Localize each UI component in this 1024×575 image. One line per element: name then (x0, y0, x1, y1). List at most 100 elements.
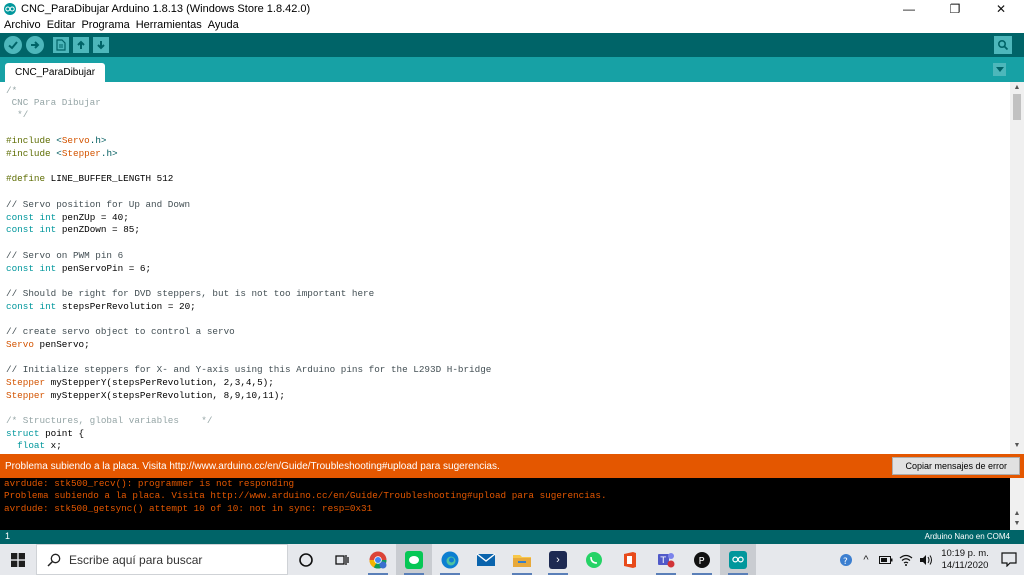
start-button[interactable] (0, 544, 36, 575)
task-view-icon (335, 554, 349, 565)
system-tray: ? ^ 10:19 p. m. 14/11/2020 (836, 544, 1024, 575)
code-line: struct point { (6, 428, 85, 439)
taskbar-office[interactable] (612, 544, 648, 575)
code-line: /* (6, 85, 18, 96)
scroll-thumb[interactable] (1013, 94, 1021, 120)
open-icon (77, 40, 85, 49)
line-number: 1 (5, 531, 11, 541)
new-icon (56, 39, 66, 51)
notification-button[interactable] (994, 544, 1024, 575)
upload-icon (31, 41, 40, 49)
window-title: CNC_ParaDibujar Arduino 1.8.13 (Windows … (21, 3, 311, 15)
taskbar-app[interactable]: P (684, 544, 720, 575)
menu-editar[interactable]: Editar (47, 19, 76, 31)
code-line: #define LINE_BUFFER_LENGTH 512 (6, 173, 174, 184)
notification-icon (1001, 552, 1017, 567)
copy-error-messages-button[interactable]: Copiar mensajes de error (892, 457, 1020, 475)
new-button[interactable] (53, 37, 69, 53)
code-line: const int penZDown = 85; (6, 224, 140, 235)
chevron-up-icon[interactable]: ^ (856, 544, 876, 575)
code-line: #include <Stepper.h> (6, 148, 118, 159)
cortana-button[interactable] (288, 544, 324, 575)
console-scrollbar[interactable]: ▲ ▼ (1010, 478, 1024, 530)
save-button[interactable] (93, 37, 109, 53)
save-icon (97, 41, 105, 50)
code-line: */ (6, 109, 29, 120)
edge-icon (441, 551, 459, 568)
code-line: // Should be right for DVD steppers, but… (6, 288, 375, 299)
wifi-icon[interactable] (896, 544, 916, 575)
tab-bar: CNC_ParaDibujar (0, 57, 1024, 82)
output-console[interactable]: avrdude: stk500_recv(): programmer is no… (0, 478, 1010, 530)
code-line: #include <Servo.h> (6, 135, 107, 146)
scroll-down-icon[interactable]: ▼ (1013, 442, 1021, 450)
cortana-icon (299, 552, 313, 567)
status-message: Problema subiendo a la placa. Visita htt… (5, 460, 500, 472)
open-button[interactable] (73, 37, 89, 53)
mail-icon (476, 552, 496, 566)
weather-icon[interactable]: ? (836, 544, 856, 575)
teams-icon: T (658, 552, 675, 567)
code-line: CNC Para Dibujar (6, 97, 101, 108)
code-line: const int penZUp = 40; (6, 212, 129, 223)
window-controls: — ❐ ✕ (886, 0, 1024, 18)
minimize-button[interactable]: — (886, 0, 932, 18)
taskbar-chrome[interactable] (360, 544, 396, 575)
menu-archivo[interactable]: Archivo (4, 19, 41, 31)
windows-taskbar: Escribe aquí para buscar › T P ? ^ 10:19… (0, 544, 1024, 575)
console-line: avrdude: stk500_getsync() attempt 10 of … (4, 503, 373, 514)
svg-text:T: T (660, 556, 667, 566)
menu-programa[interactable]: Programa (81, 19, 129, 31)
verify-button[interactable] (4, 36, 22, 54)
taskbar-edge[interactable] (432, 544, 468, 575)
taskbar-whatsapp[interactable] (576, 544, 612, 575)
tab-cnc-paradibujar[interactable]: CNC_ParaDibujar (5, 63, 106, 82)
office-icon (624, 551, 636, 568)
editor-scrollbar[interactable]: ▲ ▼ (1010, 82, 1024, 454)
task-view-button[interactable] (324, 544, 360, 575)
code-editor[interactable]: /* CNC Para Dibujar */ #include <Servo.h… (0, 82, 1010, 454)
chevron-down-icon (995, 67, 1004, 72)
console-line: avrdude: stk500_recv(): programmer is no… (4, 478, 295, 489)
code-line: /* Structures, global variables */ (6, 415, 213, 426)
menu-ayuda[interactable]: Ayuda (208, 19, 239, 31)
toolbar (0, 33, 1024, 57)
title-bar: CNC_ParaDibujar Arduino 1.8.13 (Windows … (0, 0, 1024, 18)
windows-logo-icon (11, 552, 25, 567)
menu-herramientas[interactable]: Herramientas (136, 19, 202, 31)
taskbar-mail[interactable] (468, 544, 504, 575)
tab-menu-button[interactable] (993, 63, 1006, 76)
taskbar-powershell[interactable]: › (540, 544, 576, 575)
board-port-info: Arduino Nano en COM4 (924, 532, 1010, 541)
arduino-logo-icon (4, 3, 16, 15)
chrome-icon (369, 551, 387, 569)
battery-icon[interactable] (876, 544, 896, 575)
maximize-button[interactable]: ❐ (932, 0, 978, 18)
taskbar-file-explorer[interactable] (504, 544, 540, 575)
code-line: Stepper myStepperX(stepsPerRevolution, 8… (6, 390, 285, 401)
error-status-bar: Problema subiendo a la placa. Visita htt… (0, 454, 1024, 478)
upload-button[interactable] (26, 36, 44, 54)
clock-time: 10:19 p. m. (941, 547, 989, 559)
code-line: // Initialize steppers for X- and Y-axis… (6, 364, 492, 375)
code-line: Servo penServo; (6, 339, 90, 350)
serial-monitor-button[interactable] (994, 36, 1012, 54)
volume-icon[interactable] (916, 544, 936, 575)
console-line: Problema subiendo a la placa. Visita htt… (4, 490, 607, 501)
svg-text:P: P (699, 556, 705, 567)
taskbar-search[interactable]: Escribe aquí para buscar (36, 544, 288, 575)
arduino-icon (729, 550, 747, 569)
scroll-up-icon[interactable]: ▲ (1013, 510, 1021, 518)
whatsapp-icon (586, 551, 602, 568)
system-clock[interactable]: 10:19 p. m. 14/11/2020 (936, 548, 994, 572)
scroll-down-icon[interactable]: ▼ (1013, 520, 1021, 528)
taskbar-teams[interactable]: T (648, 544, 684, 575)
code-line: const int stepsPerRevolution = 20; (6, 301, 196, 312)
taskbar-line[interactable] (396, 544, 432, 575)
code-line: float x; (17, 440, 62, 451)
powershell-icon: › (549, 550, 567, 569)
scroll-up-icon[interactable]: ▲ (1013, 84, 1021, 92)
search-placeholder: Escribe aquí para buscar (69, 552, 203, 567)
taskbar-arduino[interactable] (720, 544, 756, 575)
close-button[interactable]: ✕ (978, 0, 1024, 18)
